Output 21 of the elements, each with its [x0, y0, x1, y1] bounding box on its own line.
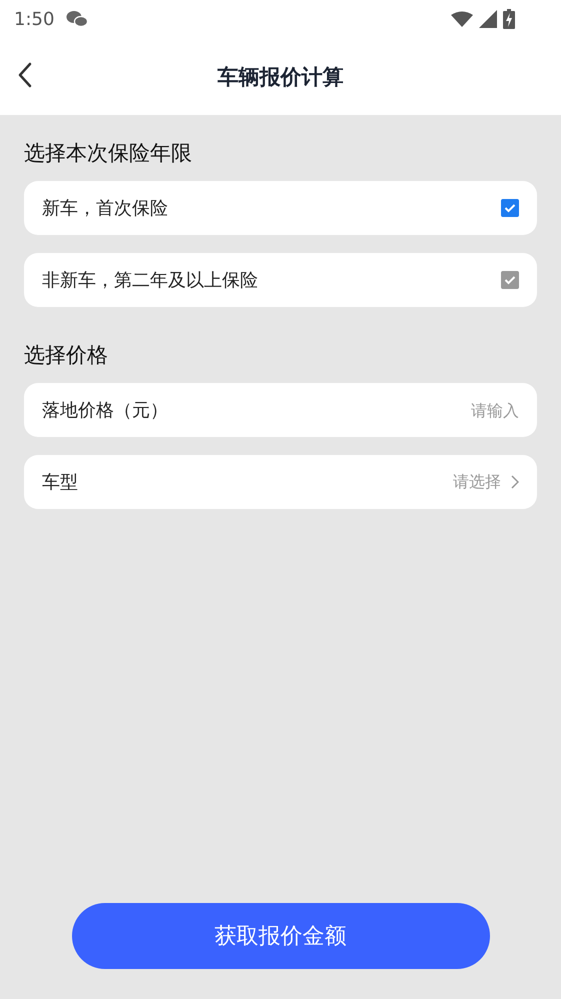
status-time: 1:50 [14, 8, 54, 30]
field-label: 车型 [42, 471, 79, 494]
chevron-right-icon [511, 475, 519, 489]
option-row[interactable]: 新车，首次保险 [24, 181, 537, 235]
field-label: 落地价格（元） [42, 399, 169, 422]
option-label: 非新车，第二年及以上保险 [42, 269, 259, 292]
battery-icon [503, 9, 515, 29]
page-title: 车辆报价计算 [218, 64, 344, 90]
select-row[interactable]: 车型 请选择 [24, 455, 537, 509]
option-label: 新车，首次保险 [42, 197, 169, 220]
section-title: 选择本次保险年限 [24, 140, 193, 167]
signal-icon [479, 10, 497, 28]
check-icon [504, 275, 516, 285]
check-icon [504, 203, 516, 213]
checkbox[interactable] [501, 199, 519, 217]
back-icon [18, 62, 32, 88]
select-placeholder: 请选择 [453, 472, 501, 492]
section-title: 选择价格 [24, 342, 109, 369]
submit-button[interactable]: 获取报价金额 [72, 903, 490, 969]
wifi-icon [451, 11, 473, 27]
chat-bubbles-icon [66, 10, 88, 28]
